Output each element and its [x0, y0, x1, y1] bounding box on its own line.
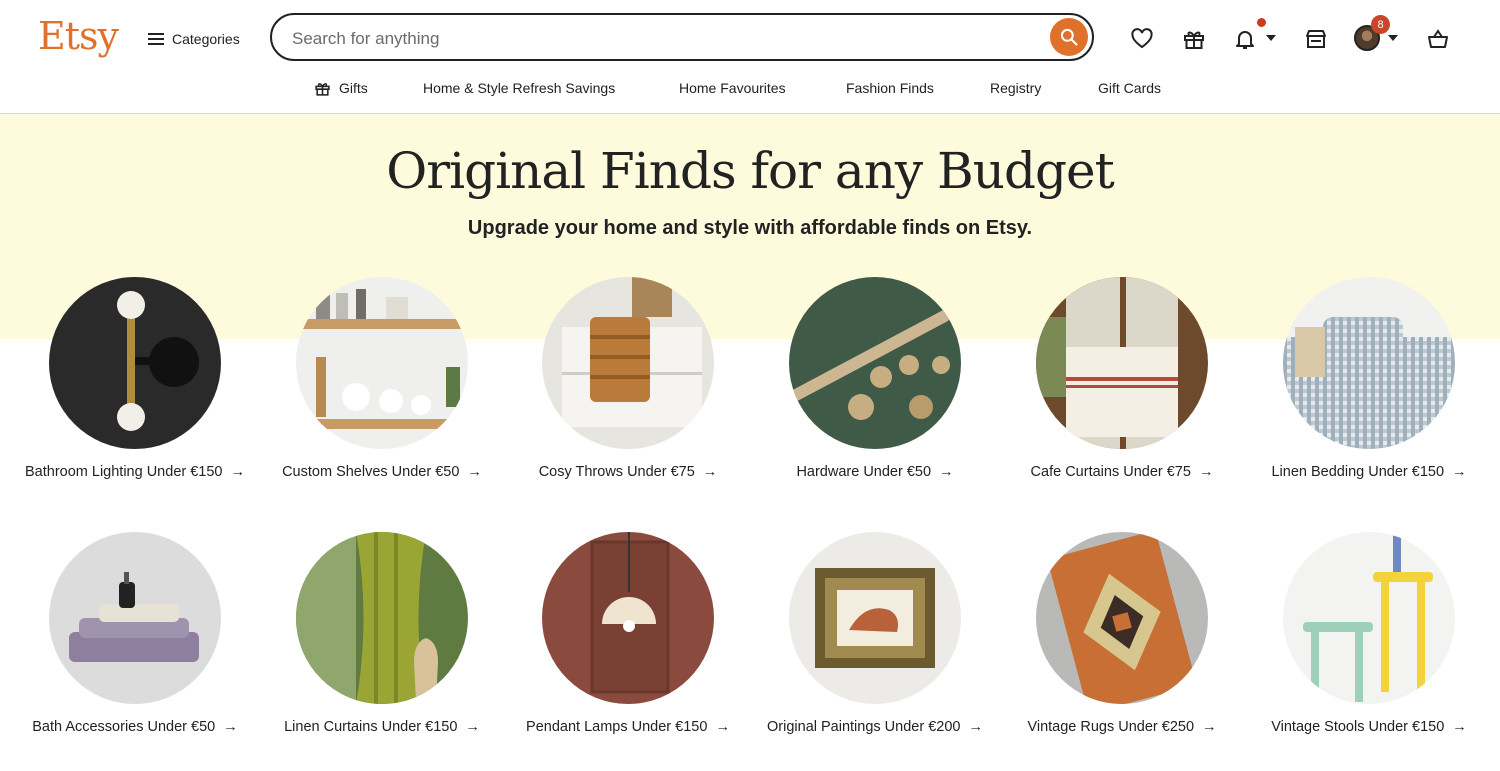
store-icon — [1306, 30, 1326, 48]
category-card-vintage-stools[interactable]: Vintage Stools Under €150 → — [1253, 532, 1485, 738]
categories-label: Categories — [172, 31, 240, 47]
arrow-right-icon: → — [230, 464, 246, 480]
arrow-right-icon: → — [465, 719, 480, 735]
shop-manager-button[interactable] — [1302, 25, 1330, 53]
heart-icon — [1131, 28, 1153, 49]
nav-fashion-finds[interactable]: Fashion Finds — [846, 76, 934, 100]
category-label: Custom Shelves Under €50 — [282, 464, 460, 480]
category-image — [1036, 277, 1208, 449]
chevron-down-icon[interactable] — [1388, 35, 1398, 41]
arrow-right-icon: → — [1202, 719, 1217, 735]
page-subtitle: Upgrade your home and style with afforda… — [467, 217, 1033, 239]
category-card-custom-shelves[interactable]: Custom Shelves Under €50 → — [266, 277, 498, 483]
arrow-right-icon: → — [1452, 719, 1467, 735]
nav-home-style-refresh[interactable]: Home & Style Refresh Savings — [423, 76, 615, 100]
category-card-linen-curtains[interactable]: Linen Curtains Under €150 → — [266, 532, 498, 738]
favorites-button[interactable] — [1128, 25, 1156, 53]
category-label: Cosy Throws Under €75 — [538, 464, 695, 480]
etsy-logo[interactable]: Etsy — [38, 14, 119, 58]
category-image — [49, 532, 221, 704]
arrow-right-icon: → — [1198, 464, 1214, 480]
category-image — [1283, 277, 1455, 449]
category-card-cosy-throws[interactable]: Cosy Throws Under €75 → — [512, 277, 744, 483]
gift-mode-button[interactable] — [1180, 25, 1208, 53]
category-image — [296, 532, 468, 704]
category-card-vintage-rugs[interactable]: Vintage Rugs Under €250 → — [1006, 532, 1238, 738]
category-image — [789, 277, 961, 449]
notification-dot — [1257, 18, 1266, 27]
category-card-hardware[interactable]: Hardware Under €50 → — [759, 277, 991, 483]
category-card-pendant-lamps[interactable]: Pendant Lamps Under €150 → — [512, 532, 744, 738]
bell-icon — [1236, 31, 1254, 49]
category-card-original-paintings[interactable]: Original Paintings Under €200 → — [759, 532, 991, 738]
category-label: Pendant Lamps Under €150 — [526, 719, 708, 735]
nav-home-favourites[interactable]: Home Favourites — [679, 76, 786, 100]
category-card-linen-bedding[interactable]: Linen Bedding Under €150 → — [1253, 277, 1485, 483]
arrow-right-icon: → — [715, 719, 730, 735]
arrow-right-icon: → — [223, 719, 238, 735]
category-image — [49, 277, 221, 449]
search-input[interactable] — [290, 23, 1034, 55]
search-bar — [270, 13, 1094, 61]
notifications-button[interactable] — [1231, 25, 1259, 53]
category-label: Bathroom Lighting Under €150 — [25, 464, 223, 480]
nav-gifts[interactable]: Gifts — [314, 76, 368, 100]
category-image — [542, 277, 714, 449]
arrow-right-icon: → — [1452, 464, 1467, 480]
nav-registry[interactable]: Registry — [990, 76, 1041, 100]
nav-label: Gifts — [339, 80, 368, 96]
gift-icon — [315, 82, 330, 96]
categories-button[interactable]: Categories — [148, 26, 240, 52]
category-label: Hardware Under €50 — [796, 464, 932, 480]
gift-icon — [1184, 31, 1204, 49]
arrow-right-icon: → — [939, 464, 954, 480]
category-label: Linen Curtains Under €150 — [284, 719, 458, 735]
category-label: Bath Accessories Under €50 — [32, 719, 216, 735]
chevron-down-icon[interactable] — [1266, 35, 1276, 41]
arrow-right-icon: → — [968, 719, 983, 735]
category-label: Vintage Rugs Under €250 — [1027, 719, 1195, 735]
search-button[interactable] — [1050, 18, 1088, 56]
arrow-right-icon: → — [702, 464, 718, 480]
category-image — [1036, 532, 1208, 704]
arrow-right-icon: → — [467, 464, 482, 480]
account-badge: 8 — [1371, 15, 1390, 34]
basket-icon — [1428, 29, 1448, 48]
category-label: Original Paintings Under €200 — [767, 719, 961, 735]
category-image — [296, 277, 468, 449]
category-label: Linen Bedding Under €150 — [1271, 464, 1445, 480]
category-image — [542, 532, 714, 704]
site-header: Etsy Categories 8 Gifts Home & Style Ref… — [0, 0, 1500, 114]
category-card-cafe-curtains[interactable]: Cafe Curtains Under €75 → — [1006, 277, 1238, 483]
category-label: Cafe Curtains Under €75 — [1030, 464, 1191, 480]
page-title: Original Finds for any Budget — [386, 142, 1114, 200]
cart-button[interactable] — [1424, 25, 1452, 53]
category-card-bath-accessories[interactable]: Bath Accessories Under €50 → — [19, 532, 251, 738]
category-image — [789, 532, 961, 704]
category-label: Vintage Stools Under €150 — [1271, 719, 1445, 735]
nav-gift-cards[interactable]: Gift Cards — [1098, 76, 1161, 100]
search-icon — [1060, 28, 1078, 46]
category-image — [1283, 532, 1455, 704]
category-card-bathroom-lighting[interactable]: Bathroom Lighting Under €150 → — [19, 277, 251, 483]
menu-icon — [148, 32, 164, 46]
